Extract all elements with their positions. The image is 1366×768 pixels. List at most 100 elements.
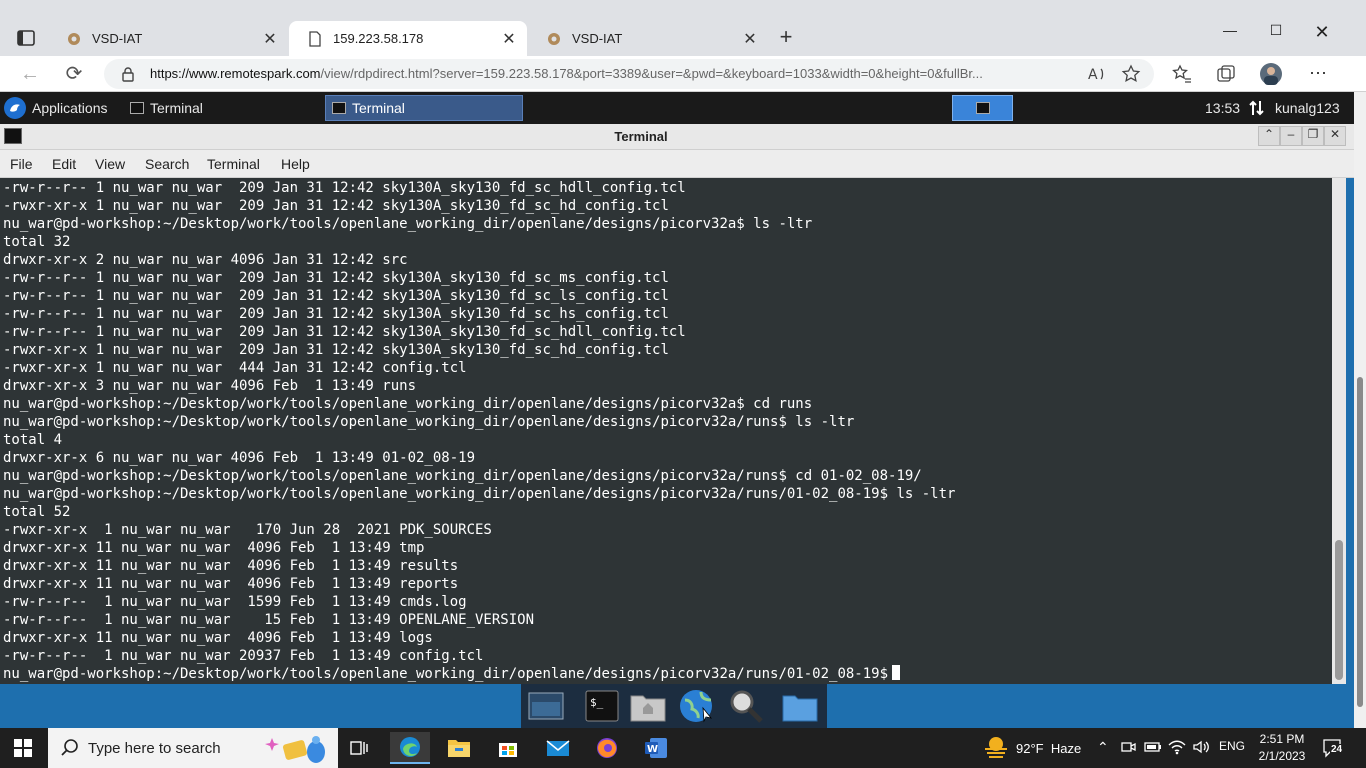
tab-close-icon[interactable]: ✕ [260,29,280,49]
terminal-line: -rw-r--r-- 1 nu_war nu_war 1599 Feb 1 13… [3,594,467,610]
terminal-titlebar[interactable]: Terminal ⌃ – ❐ ✕ [0,124,1354,150]
network-activity-icon[interactable] [1248,99,1266,117]
web-browser-icon[interactable] [677,688,715,724]
haze-weather-icon [984,736,1008,761]
maximize-icon[interactable]: ☐ [1253,22,1299,46]
terminal-icon [976,102,990,114]
tab-vsd-iat-2[interactable]: VSD-IAT ✕ [528,21,768,56]
language-indicator[interactable]: ENG [1219,739,1245,753]
settings-more-icon[interactable]: ⋯ [1307,63,1329,85]
file-manager-folder-icon[interactable] [781,688,819,724]
terminal-line: drwxr-xr-x 11 nu_war nu_war 4096 Feb 1 1… [3,558,459,574]
edge-browser-icon[interactable] [390,732,430,764]
terminal-close-icon[interactable]: ✕ [1324,126,1346,146]
terminal-line: nu_war@pd-workshop:~/Desktop/work/tools/… [3,468,922,484]
menu-search[interactable]: Search [145,156,189,172]
meet-now-icon[interactable] [1120,739,1136,758]
taskbar-terminal-2[interactable]: Terminal [325,95,523,121]
terminal-scroll-thumb[interactable] [1335,540,1343,680]
taskbar-terminal-1[interactable]: Terminal [124,95,320,121]
terminal-line: drwxr-xr-x 11 nu_war nu_war 4096 Feb 1 1… [3,540,425,556]
menu-edit[interactable]: Edit [52,156,76,172]
close-window-icon[interactable]: ✕ [1299,22,1345,46]
profile-avatar-icon[interactable] [1260,63,1282,85]
minimize-icon[interactable]: — [1207,22,1253,46]
tab-close-icon[interactable]: ✕ [499,29,519,49]
roll-up-icon[interactable]: ⌃ [1258,126,1280,146]
tab-vsd-iat-1[interactable]: VSD-IAT ✕ [48,21,288,56]
weather-widget[interactable]: 92°F Haze [984,736,1081,760]
back-icon[interactable]: ← [16,60,44,88]
applications-label: Applications [32,100,108,116]
tab-actions-icon[interactable] [14,26,38,50]
terminal-scrollbar[interactable] [1332,178,1346,684]
terminal-line: total 32 [3,234,71,250]
collections-icon[interactable] [1215,63,1237,85]
terminal-line: -rwxr-xr-x 1 nu_war nu_war 209 Jan 31 12… [3,198,669,214]
tab-remote-desktop[interactable]: 159.223.58.178 ✕ [289,21,527,56]
terminal-line: total 4 [3,432,63,448]
terminal-icon [332,102,346,114]
terminal-line: nu_war@pd-workshop:~/Desktop/work/tools/… [3,396,813,412]
terminal-output[interactable]: -rw-r--r-- 1 nu_war nu_war 209 Jan 31 12… [0,178,1332,684]
menu-view[interactable]: View [95,156,125,172]
notification-center-icon[interactable]: 24 [1322,738,1344,758]
remote-desktop-view[interactable]: Applications Terminal Terminal 13:53 kun… [0,92,1354,728]
terminal-minimize-icon[interactable]: – [1280,126,1302,146]
address-toolbar: ← ⟳ https://www.remotespark.com/view/rdp… [0,56,1366,92]
page-scrollbar[interactable] [1354,92,1366,728]
terminal-line: -rw-r--r-- 1 nu_war nu_war 209 Jan 31 12… [3,306,669,322]
taskbar-search-box[interactable]: Type here to search [48,728,338,768]
terminal-line: -rwxr-xr-x 1 nu_war nu_war 209 Jan 31 12… [3,342,669,358]
panel-clock: 13:53 [1205,100,1241,116]
text-cursor [892,665,901,680]
add-favorite-icon[interactable] [1120,63,1142,85]
xfce-dock: $_ [521,684,827,728]
wifi-icon[interactable] [1168,739,1186,758]
terminal-line: -rw-r--r-- 1 nu_war nu_war 15 Feb 1 13:4… [3,612,535,628]
applications-menu-button[interactable]: Applications [4,96,108,120]
firefox-icon[interactable] [587,732,627,764]
workspace-switcher[interactable] [952,95,1013,121]
svg-text:$_: $_ [590,696,604,709]
terminal-icon [130,102,144,114]
app-finder-icon[interactable] [727,688,765,724]
terminal-prompt-line: nu_war@pd-workshop:~/Desktop/work/tools/… [3,665,955,683]
menu-file[interactable]: File [10,156,33,172]
volume-icon[interactable] [1192,739,1210,758]
tab-close-icon[interactable]: ✕ [740,29,760,49]
page-favicon-icon [307,30,323,47]
word-icon[interactable]: W [636,732,676,764]
read-aloud-icon[interactable]: A [1086,63,1108,85]
favorites-icon[interactable] [1171,63,1193,85]
home-folder-icon[interactable] [629,688,667,724]
terminal-line: -rwxr-xr-x 1 nu_war nu_war 170 Jun 28 20… [3,522,492,538]
new-tab-icon[interactable]: + [774,26,798,50]
terminal-line: total 52 [3,504,71,520]
terminal-line: -rw-r--r-- 1 nu_war nu_war 209 Jan 31 12… [3,288,669,304]
microsoft-store-icon[interactable] [488,732,528,764]
panel-user[interactable]: kunalg123 [1275,100,1340,116]
page-scroll-thumb[interactable] [1357,377,1363,707]
task-view-icon[interactable] [340,732,380,764]
battery-icon[interactable] [1144,739,1162,758]
menu-help[interactable]: Help [281,156,310,172]
mail-icon[interactable] [538,732,578,764]
terminal-line: drwxr-xr-x 11 nu_war nu_war 4096 Feb 1 1… [3,576,459,592]
url-field[interactable]: https://www.remotespark.com/view/rdpdire… [104,59,1154,89]
search-icon [60,738,80,758]
show-desktop-icon[interactable] [527,688,565,724]
terminal-title: Terminal [614,129,668,144]
windows-start-icon[interactable] [14,739,32,757]
show-hidden-icons-icon[interactable]: ⌃ [1097,739,1109,756]
terminal-maximize-icon[interactable]: ❐ [1302,126,1324,146]
gear-favicon-icon [66,31,82,47]
refresh-icon[interactable]: ⟳ [60,60,88,88]
tab-title: VSD-IAT [92,31,143,46]
terminal-line: nu_war@pd-workshop:~/Desktop/work/tools/… [3,216,813,232]
menu-terminal[interactable]: Terminal [207,156,260,172]
file-explorer-icon[interactable] [439,732,479,764]
system-clock[interactable]: 2:51 PM 2/1/2023 [1252,731,1312,765]
gear-favicon-icon [546,31,562,47]
dock-terminal-icon[interactable]: $_ [583,688,621,724]
